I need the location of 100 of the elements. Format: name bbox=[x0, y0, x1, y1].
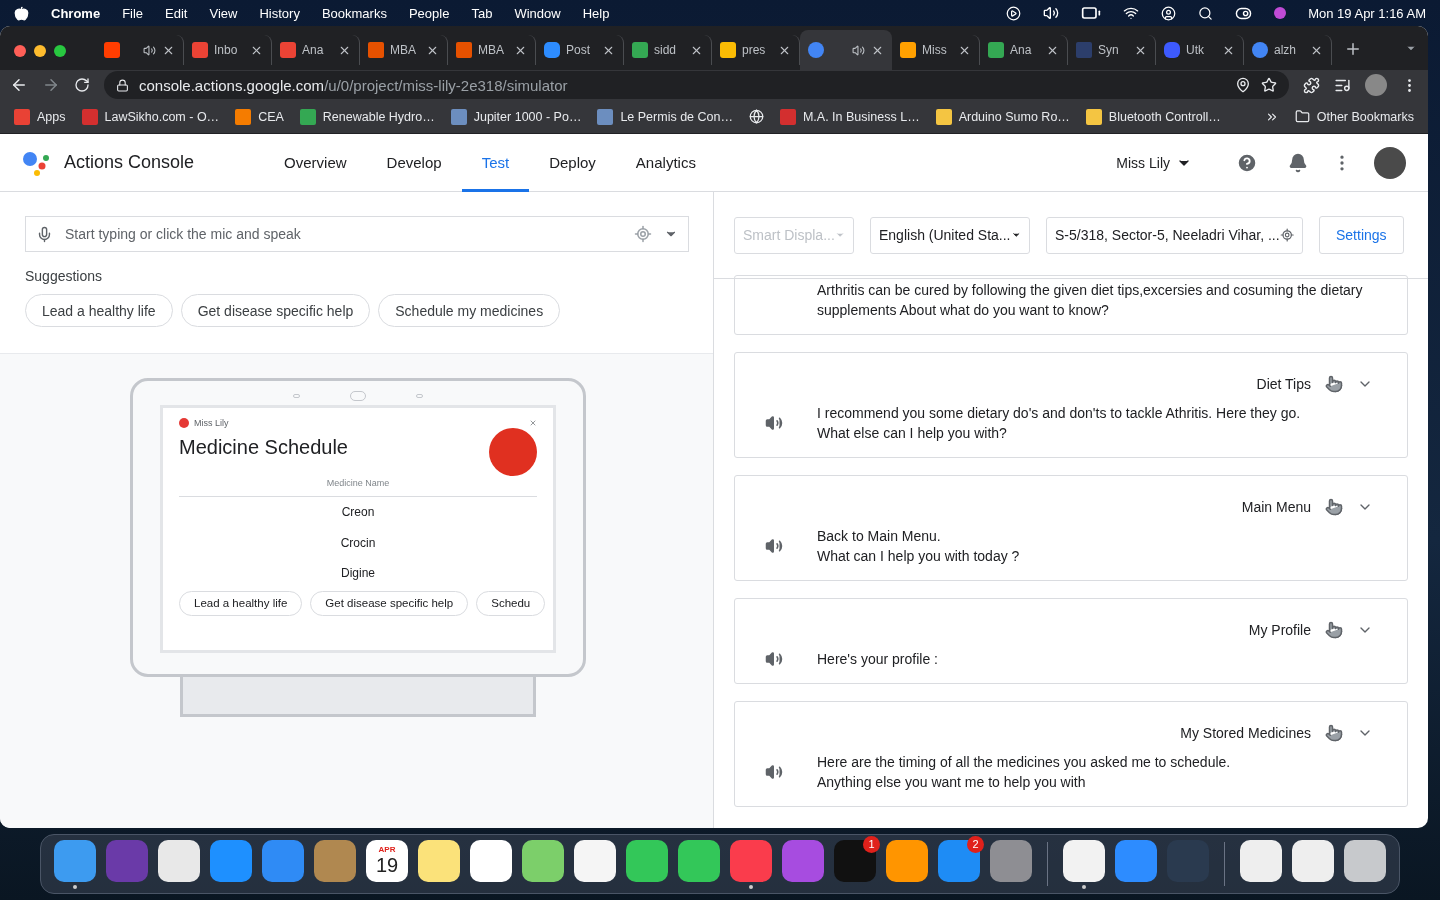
favicon-icon bbox=[988, 42, 1004, 58]
favicon-icon bbox=[720, 42, 736, 58]
help-icon[interactable] bbox=[1236, 151, 1258, 174]
browser-tab[interactable]: Miss bbox=[892, 35, 980, 65]
nav-tab[interactable]: Develop bbox=[366, 133, 462, 192]
apple-icon[interactable] bbox=[14, 5, 29, 21]
favicon-icon bbox=[1076, 42, 1092, 58]
intent-label: My Profile bbox=[1248, 622, 1311, 638]
nav-tab[interactable]: Test bbox=[461, 133, 530, 192]
suggestion-chip[interactable]: Schedule my medicines bbox=[378, 294, 561, 327]
nav-tab[interactable]: Deploy bbox=[529, 133, 616, 192]
bookmark-icon bbox=[299, 108, 316, 125]
settings-button[interactable]: Settings bbox=[1319, 216, 1404, 254]
wifi-icon[interactable] bbox=[1123, 5, 1140, 21]
bookmark[interactable]: Le Permis de Con… bbox=[597, 108, 733, 125]
bookmark[interactable]: CEA bbox=[235, 108, 284, 125]
close-icon[interactable] bbox=[14, 45, 26, 57]
maximize-icon[interactable] bbox=[54, 45, 66, 57]
browser-tab[interactable]: pres bbox=[712, 35, 800, 65]
speaker-icon[interactable] bbox=[765, 763, 783, 781]
bookmark[interactable]: M.A. In Business L… bbox=[779, 108, 920, 125]
hand-icon bbox=[1325, 621, 1343, 639]
app-icon[interactable] bbox=[1240, 840, 1282, 882]
menu-item[interactable]: Help bbox=[582, 5, 610, 21]
volume-icon[interactable] bbox=[1043, 5, 1060, 21]
favicon-icon bbox=[1164, 42, 1180, 58]
search-icon[interactable] bbox=[1198, 5, 1214, 21]
bookmark[interactable]: Bluetooth Controll… bbox=[1085, 108, 1221, 125]
app-icon[interactable] bbox=[522, 840, 564, 882]
menu-item[interactable]: Window bbox=[514, 5, 561, 21]
app-icon[interactable] bbox=[1063, 840, 1105, 882]
app-icon[interactable] bbox=[1292, 840, 1334, 882]
bookmark[interactable]: Jupiter 1000 - Po… bbox=[450, 108, 582, 125]
back-icon[interactable] bbox=[10, 76, 28, 94]
browser-tab[interactable]: MBA bbox=[448, 35, 536, 65]
bookmark[interactable]: LawSikho.com - O… bbox=[81, 108, 220, 125]
menu-item[interactable]: File bbox=[122, 5, 144, 21]
app-icon[interactable] bbox=[418, 840, 460, 882]
speaker-icon[interactable] bbox=[765, 537, 783, 555]
browser-tab[interactable]: Ana bbox=[980, 35, 1068, 65]
menu-item[interactable]: Edit bbox=[165, 5, 188, 21]
menu-item[interactable]: Chrome bbox=[51, 5, 101, 21]
browser-tab[interactable]: Syn bbox=[1068, 35, 1156, 65]
nav-tab[interactable]: Overview bbox=[264, 133, 367, 192]
app-icon[interactable] bbox=[158, 840, 200, 882]
bookmark[interactable] bbox=[748, 109, 764, 124]
menu-item[interactable]: Tab bbox=[471, 5, 493, 21]
app-icon[interactable] bbox=[1344, 840, 1386, 882]
browser-tab[interactable]: sidd bbox=[624, 35, 712, 65]
favicon-icon bbox=[192, 42, 208, 58]
suggestion-chip[interactable]: Get disease specific help bbox=[180, 294, 371, 327]
browser-tab[interactable]: Post bbox=[536, 35, 624, 65]
user-avatar[interactable] bbox=[1374, 146, 1406, 179]
app-icon[interactable]: APR 19 bbox=[366, 840, 408, 882]
extensions-icon[interactable] bbox=[1303, 76, 1320, 94]
address-bar[interactable]: console.actions.google.com/u/0/project/miss-lily-2e318/simulator bbox=[104, 71, 1289, 99]
bookmark[interactable]: Renewable Hydro… bbox=[299, 108, 435, 125]
reload-icon[interactable] bbox=[74, 77, 90, 93]
new-tab-icon[interactable] bbox=[1344, 40, 1362, 58]
app-name: Miss Lily bbox=[194, 418, 229, 428]
browser-tab[interactable]: alzh bbox=[1244, 35, 1332, 65]
menu-item[interactable]: Bookmarks bbox=[321, 5, 387, 21]
lock-icon bbox=[116, 78, 129, 92]
speaker-icon[interactable] bbox=[765, 414, 783, 432]
bell-icon[interactable] bbox=[1288, 152, 1308, 173]
column-header: Medicine Name bbox=[179, 476, 537, 497]
menu-item[interactable]: People bbox=[408, 5, 450, 21]
speaker-icon[interactable] bbox=[765, 650, 783, 668]
bookmark-folder[interactable]: Other Bookmarks bbox=[1294, 109, 1414, 124]
bookmark[interactable]: Arduino Sumo Ro… bbox=[935, 108, 1070, 125]
forward-icon[interactable] bbox=[42, 76, 60, 94]
nav-tab[interactable]: Analytics bbox=[615, 133, 716, 192]
menu-item[interactable]: History bbox=[259, 5, 300, 21]
user-icon[interactable] bbox=[1161, 5, 1177, 21]
bookmark[interactable]: Apps bbox=[14, 108, 66, 125]
menu-item[interactable]: View bbox=[209, 5, 238, 21]
browser-tab[interactable] bbox=[800, 30, 892, 70]
table-cell-text: Creon bbox=[340, 504, 376, 521]
sensor-icon bbox=[416, 394, 423, 398]
app-icon[interactable] bbox=[626, 840, 668, 882]
query-input-field[interactable]: Start typing or click the mic and speak bbox=[25, 216, 689, 252]
app-icon[interactable] bbox=[574, 840, 616, 882]
clock[interactable]: Mon 19 Apr 1:16 AM bbox=[1308, 5, 1426, 21]
minimize-icon[interactable] bbox=[34, 45, 46, 57]
play-icon[interactable] bbox=[1006, 5, 1022, 21]
browser-tab[interactable]: Ana bbox=[272, 35, 360, 65]
profile-avatar[interactable] bbox=[1365, 74, 1387, 96]
app-icon[interactable] bbox=[678, 840, 720, 882]
app-icon[interactable] bbox=[470, 840, 512, 882]
card-title: Medicine Schedule bbox=[179, 436, 348, 459]
browser-tab[interactable]: MBA bbox=[360, 35, 448, 65]
browser-tab[interactable]: Inbo bbox=[184, 35, 272, 65]
suggestion-chip[interactable]: Lead a healthy life bbox=[25, 294, 173, 327]
language-select[interactable]: English (United Sta... bbox=[870, 216, 1030, 254]
location-field[interactable]: S-5/318, Sector-5, Neeladri Vihar, ... bbox=[1046, 216, 1303, 254]
app-icon[interactable] bbox=[886, 840, 928, 882]
avatar-icon bbox=[179, 418, 189, 428]
project-selector[interactable]: Miss Lily bbox=[1116, 154, 1192, 171]
browser-tab[interactable]: Utk bbox=[1156, 35, 1244, 65]
favicon-icon bbox=[104, 42, 120, 58]
